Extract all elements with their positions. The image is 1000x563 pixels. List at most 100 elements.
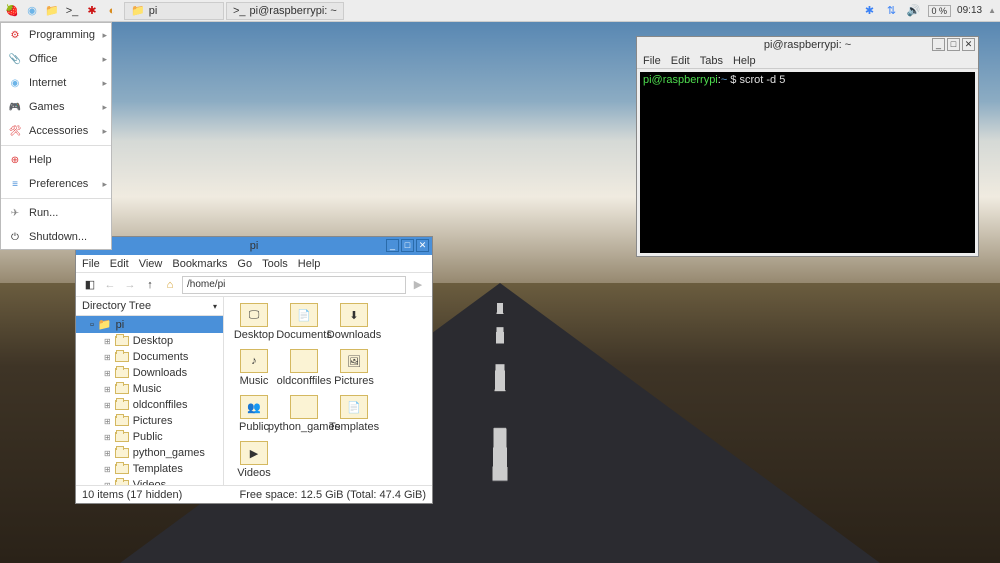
menu-tabs[interactable]: Tabs bbox=[700, 55, 723, 67]
folder-icon: 🖵 bbox=[240, 303, 268, 327]
folder-templates[interactable]: 📄Templates bbox=[330, 395, 378, 439]
minimize-button[interactable]: _ bbox=[386, 239, 399, 252]
folder-icon bbox=[115, 464, 129, 474]
folder-label: Pictures bbox=[334, 375, 374, 387]
maximize-button[interactable]: □ bbox=[401, 239, 414, 252]
folder-python_games[interactable]: python_games bbox=[280, 395, 328, 439]
menu-item-games[interactable]: 🎮Games▸ bbox=[1, 95, 111, 119]
new-tab-icon[interactable]: ◧ bbox=[82, 277, 98, 293]
folder-documents[interactable]: 📄Documents bbox=[280, 303, 328, 347]
folder-label: Videos bbox=[237, 467, 270, 479]
submenu-arrow-icon: ▸ bbox=[102, 102, 107, 113]
directory-tree-panel: Directory Tree ▾ ▫ 📁 pi ⊞ Desktop⊞ Docum… bbox=[76, 297, 224, 485]
terminal-command: scrot -d 5 bbox=[739, 74, 785, 86]
tree-item[interactable]: ⊞ python_games bbox=[76, 445, 223, 461]
menu-item-accessories[interactable]: 🛠Accessories▸ bbox=[1, 119, 111, 143]
menu-help[interactable]: Help bbox=[733, 55, 756, 67]
launcher-mathematica-red[interactable]: ✱ bbox=[84, 3, 100, 19]
folder-desktop[interactable]: 🖵Desktop bbox=[230, 303, 278, 347]
programming-icon: ⚙ bbox=[7, 27, 23, 43]
tree-item[interactable]: ⊞ Pictures bbox=[76, 413, 223, 429]
system-tray: ✱ ⇅ 🔊 0 % 09:13 ▲ bbox=[862, 3, 996, 19]
clock[interactable]: 09:13 bbox=[957, 5, 982, 16]
taskbar-window-button[interactable]: >_pi@raspberrypi: ~ bbox=[226, 2, 344, 20]
close-button[interactable]: ✕ bbox=[416, 239, 429, 252]
launcher-globe[interactable]: ◉ bbox=[24, 3, 40, 19]
home-icon[interactable]: ⌂ bbox=[162, 277, 178, 293]
folder-videos[interactable]: ▶Videos bbox=[230, 441, 278, 485]
window-titlebar[interactable]: pi _ □ ✕ bbox=[76, 237, 432, 255]
minimize-button[interactable]: _ bbox=[932, 38, 945, 51]
menu-item-help[interactable]: ⊕Help bbox=[1, 148, 111, 172]
tree-item[interactable]: ⊞ Videos bbox=[76, 477, 223, 485]
battery-indicator[interactable]: 0 % bbox=[928, 5, 952, 17]
tree-item[interactable]: ⊞ Templates bbox=[76, 461, 223, 477]
sound-icon[interactable]: 🔊 bbox=[906, 3, 922, 19]
tree-expand-icon: ⊞ bbox=[104, 353, 111, 362]
go-icon[interactable]: ▶ bbox=[410, 277, 426, 293]
close-button[interactable]: ✕ bbox=[962, 38, 975, 51]
menu-edit[interactable]: Edit bbox=[671, 55, 690, 67]
folder-icon bbox=[115, 400, 129, 410]
menu-view[interactable]: View bbox=[139, 258, 163, 270]
tree-item[interactable]: ⊞ Public bbox=[76, 429, 223, 445]
launcher-raspberry-menu[interactable]: 🍓 bbox=[4, 3, 20, 19]
folder-icon bbox=[115, 336, 129, 346]
nav-forward-icon[interactable]: → bbox=[122, 277, 138, 293]
preferences-icon: ≡ bbox=[7, 176, 23, 192]
tree-expand-icon: ⊞ bbox=[104, 369, 111, 378]
file-icon-view[interactable]: 🖵Desktop📄Documents⬇Downloads ♪Musicoldcon… bbox=[224, 297, 432, 485]
menu-file[interactable]: File bbox=[82, 258, 100, 270]
tree-item[interactable]: ⊞ Desktop bbox=[76, 333, 223, 349]
launcher-terminal[interactable]: >_ bbox=[64, 3, 80, 19]
folder-oldconffiles[interactable]: oldconffiles bbox=[280, 349, 328, 393]
maximize-button[interactable]: □ bbox=[947, 38, 960, 51]
menu-label: Help bbox=[29, 154, 52, 166]
folder-icon: 📄 bbox=[290, 303, 318, 327]
tree-expand-icon: ⊞ bbox=[104, 433, 111, 442]
taskbar-window-button[interactable]: 📁pi bbox=[124, 2, 224, 20]
prompt-user: pi@raspberrypi bbox=[643, 74, 718, 86]
tree-item[interactable]: ⊞ oldconffiles bbox=[76, 397, 223, 413]
folder-downloads[interactable]: ⬇Downloads bbox=[330, 303, 378, 347]
folder-icon: 👥 bbox=[240, 395, 268, 419]
nav-up-icon[interactable]: ↑ bbox=[142, 277, 158, 293]
menu-item-internet[interactable]: ◉Internet▸ bbox=[1, 71, 111, 95]
folder-icon bbox=[290, 395, 318, 419]
menu-item-programming[interactable]: ⚙Programming▸ bbox=[1, 23, 111, 47]
folder-icon bbox=[115, 384, 129, 394]
menu-item-preferences[interactable]: ≡Preferences▸ bbox=[1, 172, 111, 196]
tree-item-home[interactable]: ▫ 📁 pi bbox=[76, 316, 223, 333]
menu-item-run[interactable]: ✈Run... bbox=[1, 201, 111, 225]
panel-arrow-icon[interactable]: ▲ bbox=[988, 6, 996, 15]
folder-icon: ♪ bbox=[240, 349, 268, 373]
directory-tree-header[interactable]: Directory Tree ▾ bbox=[76, 297, 223, 316]
folder-icon bbox=[290, 349, 318, 373]
menu-help[interactable]: Help bbox=[298, 258, 321, 270]
submenu-arrow-icon: ▸ bbox=[102, 179, 107, 190]
network-icon[interactable]: ⇅ bbox=[884, 3, 900, 19]
menu-bookmarks[interactable]: Bookmarks bbox=[172, 258, 227, 270]
nav-back-icon[interactable]: ← bbox=[102, 277, 118, 293]
bluetooth-icon[interactable]: ✱ bbox=[862, 3, 878, 19]
folder-icon bbox=[115, 448, 129, 458]
launcher-mathematica-orange[interactable]: ◐ bbox=[104, 3, 120, 19]
window-title: pi bbox=[250, 240, 259, 252]
folder-pictures[interactable]: 🖼Pictures bbox=[330, 349, 378, 393]
tree-item[interactable]: ⊞ Documents bbox=[76, 349, 223, 365]
terminal-body[interactable]: pi@raspberrypi:~ $ scrot -d 5 bbox=[640, 72, 975, 253]
folder-icon bbox=[115, 368, 129, 378]
menu-edit[interactable]: Edit bbox=[110, 258, 129, 270]
tree-item[interactable]: ⊞ Music bbox=[76, 381, 223, 397]
menu-item-office[interactable]: 📎Office▸ bbox=[1, 47, 111, 71]
menu-tools[interactable]: Tools bbox=[262, 258, 288, 270]
launcher-file-manager[interactable]: 📁 bbox=[44, 3, 60, 19]
file-manager-window: pi _ □ ✕ File Edit View Bookmarks Go Tools Hel… bbox=[75, 236, 433, 504]
menu-file[interactable]: File bbox=[643, 55, 661, 67]
menu-go[interactable]: Go bbox=[237, 258, 252, 270]
folder-music[interactable]: ♪Music bbox=[230, 349, 278, 393]
tree-item[interactable]: ⊞ Downloads bbox=[76, 365, 223, 381]
menu-item-shutdown[interactable]: ⏻Shutdown... bbox=[1, 225, 111, 249]
window-titlebar[interactable]: pi@raspberrypi: ~ _ □ ✕ bbox=[637, 37, 978, 53]
path-input[interactable] bbox=[182, 276, 406, 294]
